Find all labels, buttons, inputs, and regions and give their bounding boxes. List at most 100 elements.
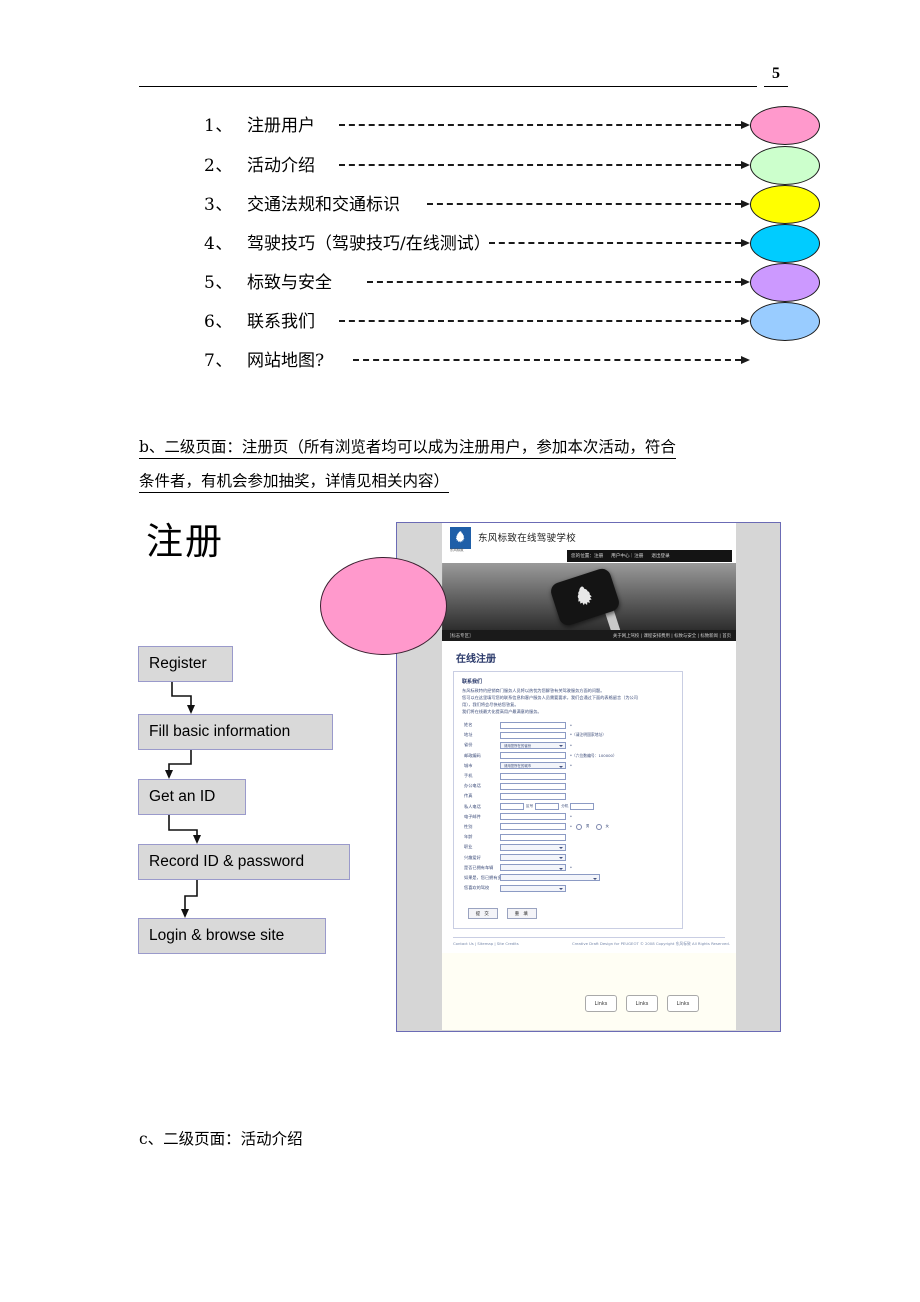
- form-field-label: 传真: [464, 793, 473, 799]
- registration-form-fields: 姓名 * 地址 *（请注明国家地址） 省份 请用您所在的省份 * 邮政编码 *（六位数编号：10…: [460, 720, 678, 893]
- form-field-row: 省份 请用您所在的省份 *: [460, 740, 678, 750]
- form-phone-input[interactable]: [535, 803, 560, 811]
- header-divider: [139, 86, 757, 87]
- nav-item-label: 活动介绍: [247, 156, 315, 176]
- nav-bar-left-label[interactable]: ［标志专区］: [442, 633, 473, 639]
- links-buttons-row: Links Links Links: [585, 995, 699, 1012]
- nav-bar-links[interactable]: 关于网上驾校 | 课程安排费用 | 标致与安全 | 标致新闻 | 首页: [613, 633, 736, 639]
- form-text-input[interactable]: [500, 752, 566, 760]
- section-b-line-2-text: 条件者，有机会参加抽奖，详情见相关内容）: [139, 472, 450, 493]
- submit-button[interactable]: 提 交: [468, 908, 498, 919]
- form-select-wide[interactable]: [500, 874, 600, 882]
- gender-radio-female[interactable]: [595, 823, 602, 830]
- form-field-label: 兴趣爱好: [464, 854, 481, 860]
- form-select[interactable]: 请用您所在的城市: [500, 762, 566, 770]
- form-area-code-label: 区号: [526, 804, 534, 809]
- registration-form-panel: 联系我们 东风标致特约经销商门服务人员将以热忱为您解答有关驾驶服务方面的问题。您…: [453, 671, 683, 929]
- nav-item-label: 注册用户: [247, 116, 315, 136]
- user-bar-item[interactable]: 您的位置：注册: [567, 553, 607, 559]
- form-extension-label: 分机: [561, 804, 569, 809]
- nav-item-ellipse: [750, 263, 820, 302]
- form-field-row: 办公电话: [460, 781, 678, 791]
- form-select[interactable]: [500, 884, 566, 892]
- form-text-input[interactable]: [500, 833, 566, 841]
- nav-item-arrow: [339, 121, 750, 129]
- nav-item-label: 网站地图?: [247, 351, 325, 371]
- footer-left-links[interactable]: Contact Us | Sitemap | Site Credits: [453, 941, 519, 946]
- form-field-row: 职业: [460, 842, 678, 852]
- nav-item-ellipse: [750, 224, 820, 263]
- nav-item-number: 4、: [204, 234, 233, 254]
- nav-item-number: 6、: [204, 312, 233, 332]
- nav-item-label: 标致与安全: [247, 273, 332, 293]
- nav-list-row: 1、 注册用户: [139, 108, 799, 146]
- form-text-input[interactable]: [500, 792, 566, 800]
- nav-item-arrow: [427, 200, 750, 208]
- pink-callout-ellipse: [320, 557, 447, 655]
- page-number: 5: [764, 64, 788, 87]
- embedded-site-screenshot: 东风标致 东风标致在线驾驶学校 您的位置：注册 用户中心｜注册 退出登录 ［标志专区…: [396, 522, 781, 1032]
- form-intro-line: 您可以在这里填写您的联系信息和客户服务人员需要要求，我们会通过下面的表格留言（为…: [462, 695, 638, 700]
- form-area-code-input[interactable]: [500, 803, 524, 811]
- form-select[interactable]: [500, 843, 566, 851]
- section-b-line-2: 条件者，有机会参加抽奖，详情见相关内容）: [139, 464, 789, 498]
- form-text-input[interactable]: [500, 813, 566, 821]
- section-b-line-1: b、二级页面：注册页（所有浏览者均可以成为注册用户，参加本次活动，符合: [139, 430, 789, 464]
- nav-item-arrow: [339, 161, 750, 169]
- form-field-hint: *（请注明国家地址）: [570, 732, 607, 738]
- form-field-label: 是否已拥有车辆: [464, 864, 494, 870]
- form-select[interactable]: [500, 864, 566, 872]
- section-b-line-1-text: b、二级页面：注册页（所有浏览者均可以成为注册用户，参加本次活动，符合: [139, 438, 676, 459]
- site-page: 东风标致 东风标致在线驾驶学校 您的位置：注册 用户中心｜注册 退出登录 ［标志专区…: [442, 523, 736, 1030]
- form-field-label: 邮政编码: [464, 752, 481, 758]
- form-field-label: 您喜欢的驾校: [464, 885, 490, 891]
- links-button[interactable]: Links: [626, 995, 658, 1012]
- nav-list-row: 7、 网站地图?: [139, 343, 799, 381]
- links-button[interactable]: Links: [585, 995, 617, 1012]
- peugeot-lion-icon: [450, 527, 471, 549]
- nav-item-label: 交通法规和交通标识: [247, 195, 400, 215]
- form-field-label: 姓名: [464, 722, 473, 728]
- form-field-hint: *: [570, 742, 572, 748]
- user-bar-item[interactable]: 用户中心｜注册: [607, 553, 647, 559]
- nav-item-number: 7、: [204, 351, 233, 371]
- nav-item-arrow: [353, 356, 750, 364]
- site-user-bar: 您的位置：注册 用户中心｜注册 退出登录: [567, 550, 732, 562]
- nav-list-row: 3、 交通法规和交通标识: [139, 187, 799, 225]
- form-text-input[interactable]: [500, 823, 566, 831]
- flowchart-box-label: Fill basic information: [149, 723, 291, 740]
- nav-item-number: 3、: [204, 195, 233, 215]
- form-field-label: 性别: [464, 823, 473, 829]
- form-field-row: 如果是，您已拥有多长时间了?: [460, 873, 678, 883]
- form-field-hint: *: [570, 763, 572, 769]
- flowchart-box-label: Login & browse site: [149, 927, 285, 944]
- form-select[interactable]: [500, 854, 566, 862]
- nav-item-ellipse: [750, 185, 820, 224]
- form-field-row: 姓名 *: [460, 720, 678, 730]
- form-field-row: 私人电话 区号 分机: [460, 802, 678, 812]
- page-header: 5: [0, 0, 920, 100]
- site-bottom-area: [442, 953, 736, 1030]
- form-text-input[interactable]: [500, 782, 566, 790]
- user-bar-item[interactable]: 退出登录: [647, 553, 673, 559]
- reset-button[interactable]: 重 填: [507, 908, 537, 919]
- form-field-row: 您喜欢的驾校: [460, 883, 678, 893]
- form-field-label: 手机: [464, 773, 473, 779]
- gender-radio-male[interactable]: [575, 823, 582, 830]
- form-extension-input[interactable]: [570, 803, 595, 811]
- form-text-input[interactable]: [500, 772, 566, 780]
- form-field-row: 性别 * 男 女: [460, 822, 678, 832]
- form-select[interactable]: 请用您所在的省份: [500, 741, 566, 749]
- site-footer-divider: [453, 937, 725, 938]
- form-field-row: 年龄: [460, 832, 678, 842]
- flowchart-box: Record ID & password: [138, 844, 350, 880]
- form-field-hint: *: [570, 814, 572, 820]
- site-structure-list: 1、 注册用户 2、 活动介绍 3、 交通法规和交通标识 4、 驾驶技巧（驾驶技巧/在线测试）…: [139, 106, 820, 388]
- form-text-input[interactable]: [500, 721, 566, 729]
- form-intro-title: 联系我们: [462, 679, 483, 685]
- site-nav-bar[interactable]: ［标志专区］ 关于网上驾校 | 课程安排费用 | 标致与安全 | 标致新闻 | …: [442, 630, 736, 641]
- form-field-row: 邮政编码 *（六位数编号：100000）: [460, 751, 678, 761]
- form-text-input[interactable]: [500, 731, 566, 739]
- flowchart-box-label: Register: [149, 655, 207, 672]
- links-button[interactable]: Links: [667, 995, 699, 1012]
